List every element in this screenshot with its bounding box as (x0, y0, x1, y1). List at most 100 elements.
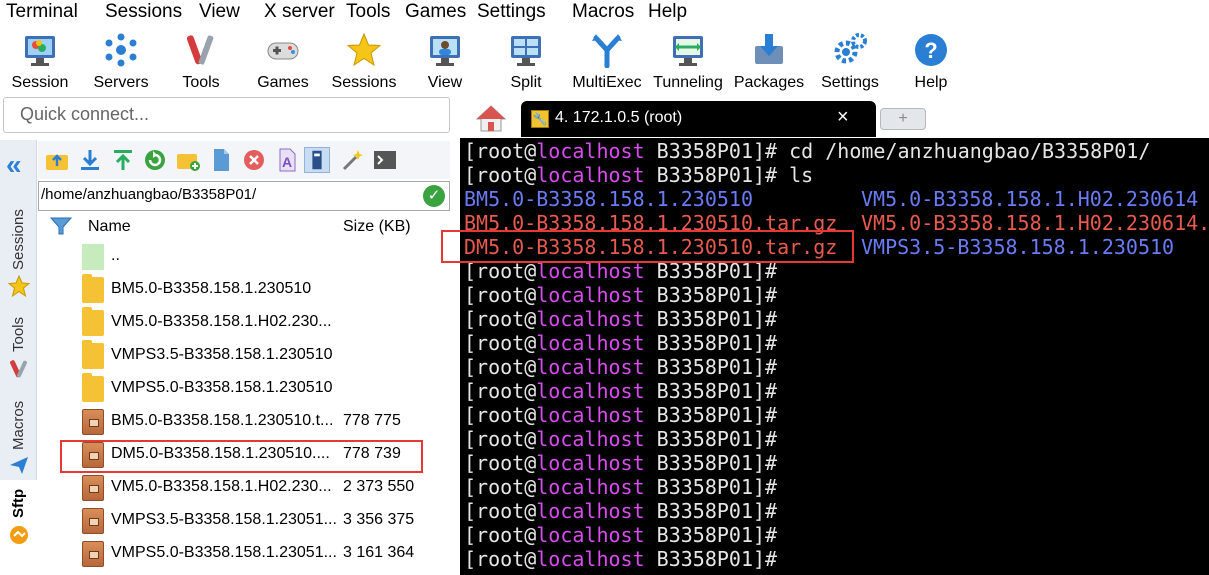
file-row[interactable]: VMPS3.5-B3358.158.1.230510 (38, 339, 450, 372)
help-button[interactable]: ? Help (891, 30, 971, 94)
column-size[interactable]: Size (KB) (343, 218, 411, 236)
filter-icon[interactable] (50, 216, 72, 236)
menu-x-server[interactable]: X server (264, 1, 335, 23)
refresh-icon[interactable] (142, 147, 168, 173)
side-tab-bar: « Sessions Tools Macros Sftp (0, 140, 37, 575)
menu-sessions[interactable]: Sessions (105, 1, 182, 23)
menu-games[interactable]: Games (405, 1, 466, 23)
terminal-icon[interactable] (372, 147, 398, 173)
file-row[interactable]: VM5.0-B3358.158.1.H02.230... (38, 306, 450, 339)
split-button[interactable]: Split (486, 30, 566, 94)
permissions-icon[interactable] (304, 147, 330, 173)
new-tab-button[interactable]: + (880, 108, 926, 130)
file-row[interactable]: VM5.0-B3358.158.1.H02.230... 2 373 550 (38, 471, 450, 504)
prompt-host: localhost (536, 283, 645, 307)
delete-icon[interactable] (241, 147, 267, 173)
ls-entry: VM5.0-B3358.158.1.H02.230614.tar.gz (861, 211, 1209, 235)
prompt-host: localhost (536, 499, 645, 523)
prompt-user: [root@ (464, 427, 537, 451)
menu-macros[interactable]: Macros (572, 1, 634, 23)
sftp-path-text: /home/anzhuangbao/B3358P01/ (41, 186, 257, 203)
highlight-box-terminal (441, 230, 854, 263)
packages-button[interactable]: Packages (729, 30, 809, 94)
file-name: VM5.0-B3358.158.1.H02.230... (111, 478, 332, 495)
session-button[interactable]: Session (0, 30, 80, 94)
games-button[interactable]: Games (243, 30, 323, 94)
ls-entry: VMPS3.5-B3358.158.1.230510 (861, 235, 1175, 259)
menu-tools[interactable]: Tools (346, 1, 390, 23)
prompt-dir: B3358P01]# (644, 451, 790, 475)
help-icon: ? (915, 34, 947, 66)
prompt-user: [root@ (464, 379, 537, 403)
file-row-up[interactable]: .. (38, 240, 450, 273)
multiexec-button[interactable]: MultiExec (567, 30, 647, 94)
home-icon[interactable] (474, 101, 508, 135)
quick-connect-placeholder: Quick connect... (20, 104, 150, 124)
file-row[interactable]: BM5.0-B3358.158.1.230510 (38, 273, 450, 306)
terminal-prompt-line: [root@localhost B3358P01]# (464, 331, 789, 355)
close-icon[interactable]: × (837, 106, 849, 129)
quick-connect-input[interactable]: Quick connect... (3, 97, 450, 133)
servers-button[interactable]: Servers (81, 30, 161, 94)
magic-wand-icon[interactable] (340, 147, 366, 173)
sessions-button[interactable]: Sessions (324, 30, 404, 94)
file-row[interactable]: VMPS5.0-B3358.158.1.230510 (38, 372, 450, 405)
archive-icon (82, 409, 104, 435)
tab-tools[interactable]: Tools (0, 310, 37, 400)
new-file-icon[interactable] (208, 147, 234, 173)
prompt-dir: B3358P01]# (644, 139, 790, 163)
terminal-prompt-line: [root@localhost B3358P01]# ls (464, 163, 813, 187)
terminal-prompt-line: [root@localhost B3358P01]# (464, 451, 789, 475)
terminal-prompt-line: [root@localhost B3358P01]# (464, 403, 789, 427)
servers-icon (105, 33, 137, 67)
archive-icon (82, 508, 104, 534)
file-name: BM5.0-B3358.158.1.230510 (111, 280, 312, 297)
terminal-tab[interactable]: 🔧 4. 172.1.0.5 (root) × (521, 101, 876, 137)
folder-up-icon[interactable] (44, 147, 70, 173)
terminal-output[interactable]: [root@localhost B3358P01]# cd /home/anzh… (460, 138, 1209, 575)
prompt-user: [root@ (464, 355, 537, 379)
view-button[interactable]: View (405, 30, 485, 94)
prompt-host: localhost (536, 139, 645, 163)
download-icon[interactable] (77, 147, 103, 173)
terminal-tab-label: 4. 172.1.0.5 (root) (555, 109, 683, 126)
terminal-prompt-line: [root@localhost B3358P01]# (464, 499, 789, 523)
file-name: VMPS5.0-B3358.158.1.230510 (111, 379, 333, 396)
prompt-user: [root@ (464, 403, 537, 427)
menu-settings[interactable]: Settings (477, 1, 546, 23)
tab-tools-label: Tools (10, 316, 27, 352)
terminal-prompt-line: [root@localhost B3358P01]# (464, 355, 789, 379)
column-name[interactable]: Name (88, 218, 131, 236)
menu-terminal[interactable]: Terminal (6, 1, 78, 23)
tab-sessions[interactable]: Sessions (0, 200, 37, 310)
menu-help[interactable]: Help (648, 1, 687, 23)
terminal-prompt-line: [root@localhost B3358P01]# (464, 427, 789, 451)
prompt-dir: B3358P01]# (644, 379, 790, 403)
settings-button[interactable]: Settings (810, 30, 890, 94)
tab-sftp[interactable]: Sftp (0, 480, 37, 575)
file-row[interactable]: VMPS5.0-B3358.158.1.23051... 3 161 364 (38, 537, 450, 570)
ls-entry: VM5.0-B3358.158.1.H02.230614 (861, 187, 1199, 211)
folder-icon (82, 274, 104, 303)
tab-sftp-label: Sftp (10, 488, 27, 518)
tab-macros[interactable]: Macros (0, 390, 37, 480)
tunneling-button[interactable]: Tunneling (648, 30, 728, 94)
rename-icon[interactable]: A (274, 147, 300, 173)
prompt-dir: B3358P01]# (644, 355, 790, 379)
terminal-prompt-line: [root@localhost B3358P01]# (464, 379, 789, 403)
sftp-path-input[interactable]: /home/anzhuangbao/B3358P01/ ✓ (38, 181, 450, 211)
upload-icon[interactable] (110, 147, 136, 173)
file-row[interactable]: BM5.0-B3358.158.1.230510.t... 778 775 (38, 405, 450, 438)
new-folder-icon[interactable] (175, 147, 201, 173)
checkmark-icon[interactable]: ✓ (423, 185, 445, 207)
file-name: VMPS3.5-B3358.158.1.23051... (111, 511, 337, 528)
menu-view[interactable]: View (199, 1, 240, 23)
archive-icon (82, 541, 104, 567)
file-row[interactable]: VMPS3.5-B3358.158.1.23051... 3 356 375 (38, 504, 450, 537)
prompt-user: [root@ (464, 499, 537, 523)
tools-button[interactable]: Tools (161, 30, 241, 94)
file-size: 3 356 375 (343, 511, 415, 528)
main-toolbar: Session Servers Tools Games Sessions Vie… (0, 26, 1209, 94)
highlight-box-file (60, 440, 423, 473)
collapse-icon[interactable]: « (6, 151, 32, 179)
